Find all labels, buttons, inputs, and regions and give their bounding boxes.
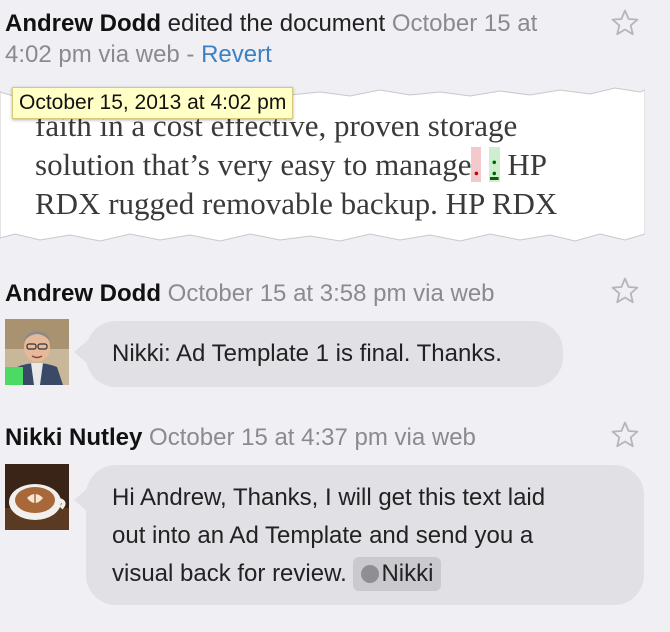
activity-entry-message: Nikki Nutley October 15 at 4:37 pm via w… [0,420,670,620]
doc-text-segment: solution that’s very easy to manage [35,147,472,182]
mention-chip[interactable]: Nikki [353,557,442,591]
message-text: Hi Andrew, Thanks, I will get this text … [112,479,545,593]
timestamp-part2: 4:02 pm via web - [5,41,202,68]
avatar-nikki-coffee-image [5,464,69,530]
doc-text-segment: HP [499,147,547,182]
avatar[interactable] [5,464,69,530]
entry-header: Andrew Dodd October 15 at 3:58 pm via we… [5,278,495,309]
message-line-1: Hi Andrew, Thanks, I will get this text … [112,484,546,511]
document-text: faith in a cost effective, proven storag… [35,106,635,223]
mention-name: Nikki [381,560,434,587]
message-line-3-text: visual back for review. [112,560,354,587]
action-text: edited the document [161,10,392,37]
avatar[interactable] [5,319,69,385]
timestamp: October 15 at 4:37 pm via web [142,424,476,451]
entry-header: Nikki Nutley October 15 at 4:37 pm via w… [5,422,476,453]
revert-link[interactable]: Revert [201,41,272,68]
message-bubble[interactable]: Nikki: Ad Template 1 is final. Thanks. [86,321,563,387]
timestamp-part1: October 15 at [391,10,538,37]
author-name[interactable]: Andrew Dodd [5,280,161,307]
message-line-3: visual back for review. Nikki [112,555,545,593]
message-line-2: out into an Ad Template and send you a [112,522,534,549]
timestamp-tooltip: October 15, 2013 at 4:02 pm [12,87,294,119]
entry-header: Andrew Dodd edited the document October … [5,8,537,39]
star-icon[interactable] [610,420,640,450]
author-name[interactable]: Nikki Nutley [5,424,142,451]
doc-line-3: RDX rugged removable backup. HP RDX [35,186,558,221]
presence-indicator [5,367,23,385]
doc-line-2: solution that’s very easy to manage. : H… [35,145,635,184]
user-dot-icon [361,565,380,583]
activity-entry-message: Andrew Dodd October 15 at 3:58 pm via we… [0,276,670,396]
star-icon[interactable] [610,276,640,306]
deletion-mark: . [471,147,482,182]
activity-entry-edit: Andrew Dodd edited the document October … [0,0,670,250]
entry-header-line2: 4:02 pm via web - Revert [5,39,272,70]
author-name[interactable]: Andrew Dodd [5,10,161,37]
insertion-mark: : [488,147,500,182]
timestamp: October 15 at 3:58 pm via web [161,280,495,307]
star-icon[interactable] [610,8,640,38]
message-text: Nikki: Ad Template 1 is final. Thanks. [112,340,502,367]
message-bubble[interactable]: Hi Andrew, Thanks, I will get this text … [86,465,644,605]
